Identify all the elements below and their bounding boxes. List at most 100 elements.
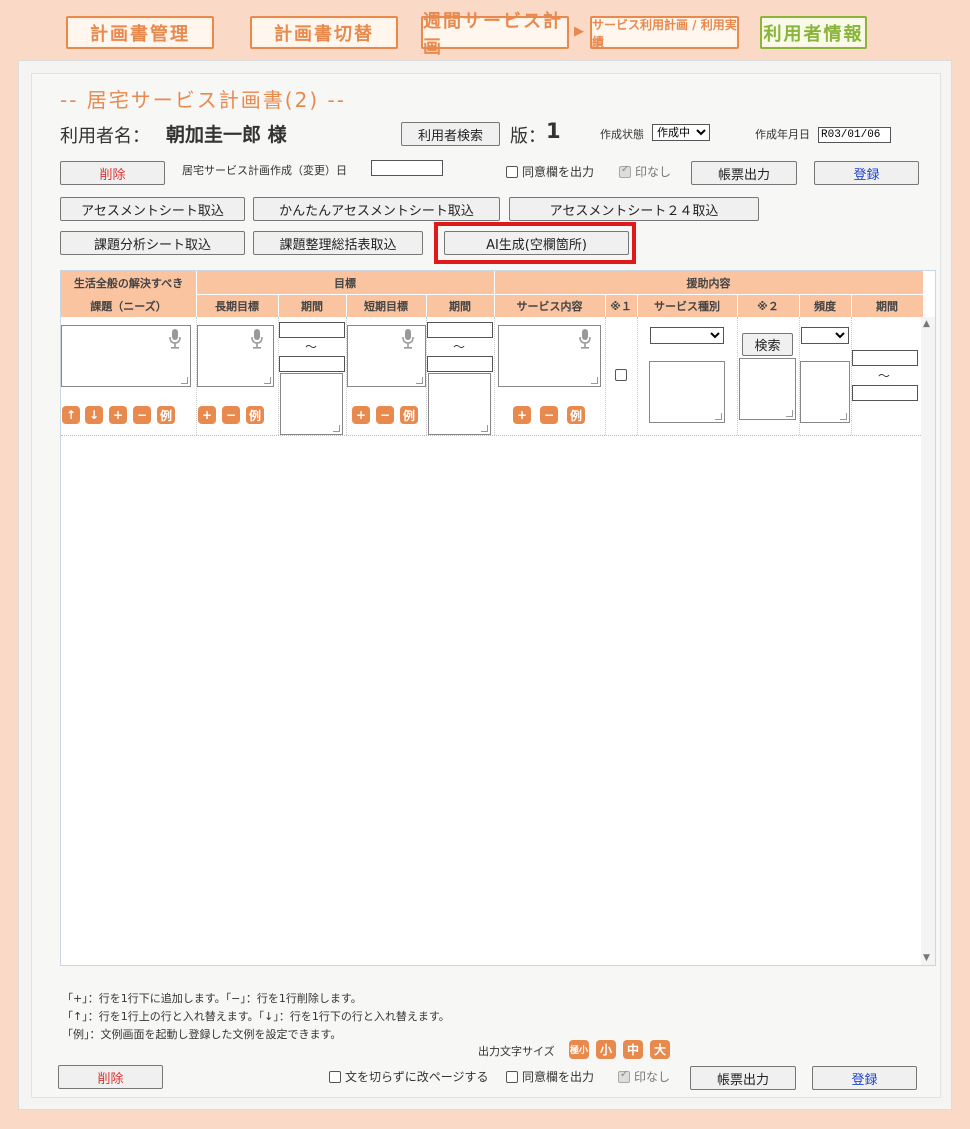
header-period-3: 期間	[876, 299, 898, 313]
status-select[interactable]: 作成中	[652, 124, 710, 141]
consent-output-checkbox[interactable]: 同意欄を出力	[506, 163, 594, 180]
font-size-medium-button[interactable]: 中	[623, 1040, 643, 1059]
user-name: 朝加圭一郎 様	[166, 124, 287, 146]
delete-button-bottom[interactable]: 削除	[58, 1065, 163, 1089]
arrow-right-icon: ▶	[574, 24, 584, 39]
nav-weekly-service-plan[interactable]: 週間サービス計画	[421, 11, 569, 58]
top-nav: 計画書管理 計画書切替 週間サービス計画 ▶ サービス利用計画 / 利用実績 利…	[0, 11, 970, 58]
example-button[interactable]: 例	[400, 406, 418, 424]
no-stamp-checkbox-bottom[interactable]: 印なし	[618, 1068, 670, 1085]
service-period-end-input[interactable]	[852, 385, 918, 401]
user-search-button[interactable]: 利用者検索	[401, 122, 500, 146]
header-note-2: ※２	[757, 299, 779, 313]
column-divider	[605, 317, 606, 435]
example-button[interactable]: 例	[246, 406, 264, 424]
checkbox[interactable]	[506, 1070, 518, 1083]
microphone-icon[interactable]	[402, 329, 414, 349]
note-line: 「+」：行を1行下に追加します。「−」：行を1行削除します。	[62, 992, 362, 1005]
checkbox[interactable]	[618, 1069, 630, 1083]
service-type-textarea[interactable]	[649, 361, 725, 423]
short-goal-textarea[interactable]	[347, 325, 426, 387]
delete-button[interactable]: 削除	[60, 161, 165, 185]
print-button[interactable]: 帳票出力	[691, 161, 797, 185]
column-divider	[494, 317, 495, 435]
short-period-start-input[interactable]	[427, 322, 493, 338]
note-line: 「例」：文例画面を起動し登録した文例を設定できます。	[62, 1028, 342, 1041]
long-period-start-input[interactable]	[279, 322, 345, 338]
header-goals: 目標	[334, 276, 356, 290]
row-divider	[61, 435, 923, 436]
microphone-icon[interactable]	[251, 329, 263, 349]
service-period-start-input[interactable]	[852, 350, 918, 366]
no-stamp-checkbox[interactable]: 印なし	[619, 163, 671, 180]
add-row-button[interactable]: +	[109, 406, 127, 424]
example-button[interactable]: 例	[567, 406, 585, 424]
nav-plan-switch[interactable]: 計画書切替	[250, 16, 398, 49]
header-divider	[605, 294, 606, 317]
font-size-large-button[interactable]: 大	[650, 1040, 670, 1059]
date-input[interactable]	[818, 127, 891, 143]
checkbox[interactable]	[506, 165, 518, 178]
note2-textarea[interactable]	[739, 358, 796, 420]
no-break-checkbox[interactable]: 文を切らずに改ページする	[329, 1068, 489, 1085]
consent-output-checkbox-bottom[interactable]: 同意欄を出力	[506, 1068, 594, 1085]
scroll-up-icon[interactable]: ▲	[923, 319, 930, 329]
register-button[interactable]: 登録	[814, 161, 919, 185]
scrollbar[interactable]: ▲ ▼	[921, 317, 935, 965]
header-divider	[799, 294, 800, 317]
assessment24-import-button[interactable]: アセスメントシート２４取込	[509, 197, 759, 221]
delete-row-button[interactable]: −	[133, 406, 151, 424]
short-period-end-input[interactable]	[427, 356, 493, 372]
print-button-bottom[interactable]: 帳票出力	[690, 1066, 796, 1090]
plan-table: 生活全般の解決すべき 課題（ニーズ） 目標 長期目標 期間 短期目標 期間 援助…	[60, 270, 936, 966]
microphone-icon[interactable]	[579, 329, 591, 349]
font-size-xsmall-button[interactable]: 極小	[569, 1040, 589, 1059]
delete-row-button[interactable]: −	[376, 406, 394, 424]
easy-assessment-import-button[interactable]: かんたんアセスメントシート取込	[253, 197, 500, 221]
example-button[interactable]: 例	[157, 406, 175, 424]
header-service-content: サービス内容	[516, 299, 583, 313]
search-button[interactable]: 検索	[742, 333, 793, 356]
service-type-select[interactable]	[650, 327, 724, 344]
header-divider	[278, 294, 279, 317]
frequency-textarea[interactable]	[800, 361, 850, 423]
add-row-button[interactable]: +	[513, 406, 531, 424]
delete-row-button[interactable]: −	[540, 406, 558, 424]
status-label: 作成状態	[600, 128, 644, 141]
nav-plan-management[interactable]: 計画書管理	[66, 16, 214, 49]
issue-analysis-import-button[interactable]: 課題分析シート取込	[60, 231, 245, 255]
checkbox[interactable]	[619, 164, 631, 178]
frequency-select[interactable]	[801, 327, 849, 344]
header-divider	[637, 294, 638, 317]
form-area: -- 居宅サービス計画書(2) -- 利用者名： 朝加圭一郎 様 利用者検索 版…	[31, 73, 941, 1098]
move-down-button[interactable]: ↓	[85, 406, 103, 424]
font-size-small-button[interactable]: 小	[596, 1040, 616, 1059]
header-frequency: 頻度	[814, 299, 836, 313]
plan-date-input[interactable]	[371, 160, 443, 176]
consent-output-label: 同意欄を出力	[522, 165, 595, 179]
scroll-down-icon[interactable]: ▼	[923, 953, 930, 963]
delete-row-button[interactable]: −	[222, 406, 240, 424]
header-needs-bottom: 課題（ニーズ）	[90, 299, 167, 313]
long-period-end-input[interactable]	[279, 356, 345, 372]
font-size-label: 出力文字サイズ	[478, 1045, 555, 1058]
header-divider	[851, 294, 852, 317]
note1-checkbox[interactable]	[615, 369, 627, 381]
header-note-1: ※１	[610, 299, 632, 313]
no-stamp-label: 印なし	[634, 1070, 671, 1084]
nav-service-usage[interactable]: サービス利用計画 / 利用実績	[590, 16, 739, 49]
nav-user-info[interactable]: 利用者情報	[760, 16, 867, 49]
short-period-textarea[interactable]	[428, 373, 491, 435]
checkbox[interactable]	[329, 1070, 341, 1083]
move-up-button[interactable]: ↑	[62, 406, 80, 424]
assessment-import-button[interactable]: アセスメントシート取込	[60, 197, 245, 221]
add-row-button[interactable]: +	[352, 406, 370, 424]
register-button-bottom[interactable]: 登録	[812, 1066, 917, 1090]
issue-summary-import-button[interactable]: 課題整理総括表取込	[253, 231, 423, 255]
add-row-button[interactable]: +	[198, 406, 216, 424]
microphone-icon[interactable]	[169, 329, 181, 349]
long-period-textarea[interactable]	[280, 373, 343, 435]
header-long-goal: 長期目標	[215, 299, 259, 313]
tilde: ～	[878, 369, 891, 383]
plan-date-label: 居宅サービス計画作成（変更）日	[182, 164, 347, 177]
